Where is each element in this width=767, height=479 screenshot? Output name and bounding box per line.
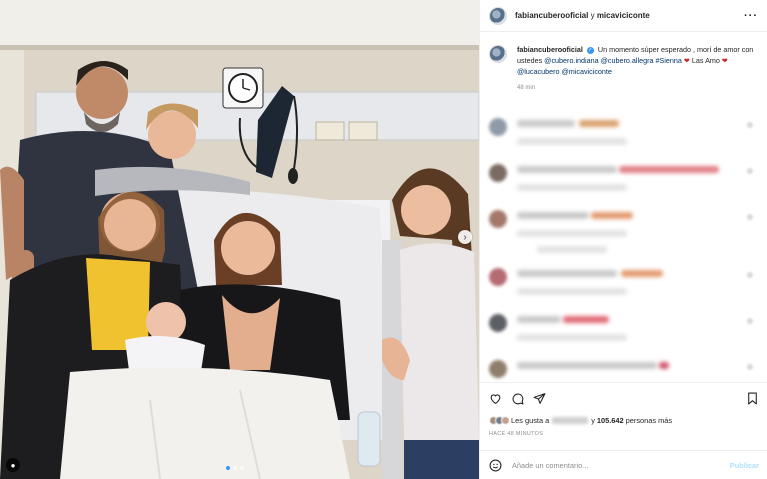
carousel-dot (226, 466, 230, 470)
comment-item (489, 262, 759, 308)
heart-emoji-icon: ❤ (721, 56, 728, 65)
avatar[interactable] (489, 210, 507, 228)
comment-item (489, 112, 759, 158)
comment-like-icon[interactable] (747, 122, 753, 128)
blurred-username (517, 212, 589, 219)
author-username-link[interactable]: fabiancuberooficial (515, 11, 588, 20)
comment-item (489, 308, 759, 354)
collab-username-link[interactable]: micaviciconte (597, 11, 650, 20)
caption-text: Las Amo (689, 56, 722, 65)
add-comment-bar: Publicar (480, 450, 767, 479)
likes-suffix: personas más (625, 416, 673, 425)
avatar[interactable] (489, 268, 507, 286)
blurred-emoji (619, 166, 719, 173)
post-caption: fabiancuberooficial ✓ Un momento súper e… (480, 32, 767, 94)
blurred-replies (537, 246, 607, 253)
comment-like-icon[interactable] (747, 168, 753, 174)
blurred-meta (517, 334, 627, 341)
caption-username-link[interactable]: fabiancuberooficial (517, 45, 583, 54)
blurred-username (517, 166, 617, 173)
comment-like-icon[interactable] (747, 214, 753, 220)
likes-summary[interactable]: Les gusta a y 105.642 personas más (489, 416, 759, 425)
action-icons (489, 391, 759, 405)
blurred-username (517, 270, 617, 277)
post-details-panel: fabiancuberooficial y micaviciconte ··· … (479, 0, 767, 479)
comment-icon[interactable] (511, 392, 524, 405)
likes-prefix: Les gusta a (511, 416, 550, 425)
family-hospital-photo (0, 0, 479, 479)
avatar[interactable] (489, 314, 507, 332)
comment-like-icon[interactable] (747, 272, 753, 278)
comments-list (489, 112, 759, 400)
avatar[interactable] (489, 45, 507, 63)
more-options-icon[interactable]: ··· (744, 10, 758, 22)
likes-count[interactable]: 105.642 (597, 416, 624, 425)
comment-input[interactable] (512, 460, 712, 470)
mention-link[interactable]: @micaviciconte (561, 67, 611, 76)
comment-like-icon[interactable] (747, 318, 753, 324)
post-header: fabiancuberooficial y micaviciconte ··· (480, 0, 767, 32)
mention-link[interactable]: @cubero.allegra (601, 56, 654, 65)
mention-link[interactable]: @lucacubero (517, 67, 559, 76)
bookmark-icon[interactable] (746, 392, 759, 405)
post-authors: fabiancuberooficial y micaviciconte (515, 11, 650, 20)
avatar[interactable] (489, 6, 507, 25)
carousel-next-button[interactable]: › (458, 230, 472, 244)
blurred-emoji (659, 362, 669, 369)
blurred-meta (517, 138, 627, 145)
avatar[interactable] (489, 118, 507, 136)
chevron-right-icon: › (463, 231, 467, 243)
liker-avatars (489, 416, 510, 425)
blurred-meta (517, 288, 627, 295)
avatar[interactable] (489, 360, 507, 378)
comment-item (489, 158, 759, 204)
blurred-username (517, 362, 657, 369)
post-photo[interactable]: › ● (0, 0, 479, 479)
carousel-dot (240, 466, 244, 470)
blurred-emoji (563, 316, 609, 323)
verified-badge-icon: ✓ (586, 46, 594, 54)
caption-timestamp[interactable]: 48 min (517, 83, 757, 94)
blurred-emoji (591, 212, 633, 219)
post-actions: Les gusta a y 105.642 personas más HACE … (480, 382, 767, 437)
blurred-liker-name[interactable] (552, 417, 589, 424)
carousel-dot (233, 466, 237, 470)
heart-icon[interactable] (489, 392, 502, 405)
blurred-meta (517, 230, 627, 237)
post-timestamp: HACE 48 MINUTOS (489, 431, 544, 437)
hashtag-link[interactable]: #Sienna (655, 56, 681, 65)
comment-item (489, 204, 759, 262)
comment-like-icon[interactable] (747, 364, 753, 370)
smiley-icon[interactable] (489, 459, 502, 472)
blurred-username (517, 316, 561, 323)
avatar[interactable] (489, 164, 507, 182)
user-tag-icon[interactable]: ● (6, 458, 20, 472)
blurred-meta (517, 184, 627, 191)
share-icon[interactable] (533, 392, 546, 405)
likes-connector: y (591, 416, 595, 425)
authors-separator: y (588, 11, 597, 20)
publish-button[interactable]: Publicar (730, 461, 759, 470)
avatar (501, 416, 510, 425)
blurred-emoji (621, 270, 663, 277)
caption-body: fabiancuberooficial ✓ Un momento súper e… (517, 44, 757, 94)
blurred-emoji (579, 120, 619, 127)
mention-link[interactable]: @cubero.indiana (544, 56, 598, 65)
carousel-indicator (226, 466, 244, 470)
blurred-username (517, 120, 575, 127)
